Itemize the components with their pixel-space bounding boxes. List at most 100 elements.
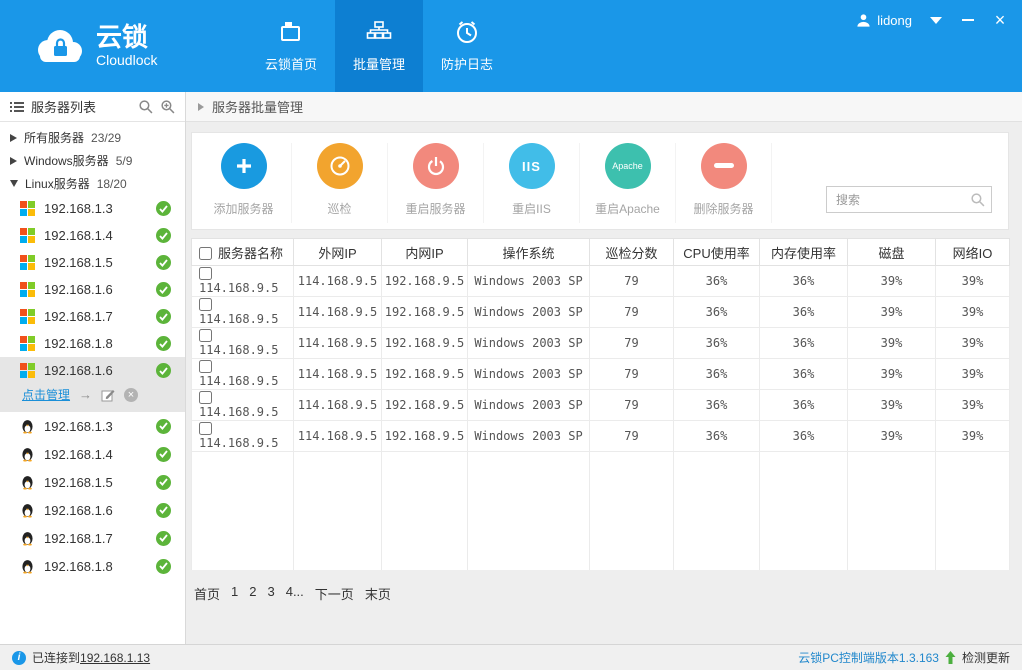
pagination-page-3[interactable]: 3 [267, 584, 274, 603]
restart-apache-button[interactable]: Apache 重启Apache [580, 143, 676, 223]
status-ok-icon [156, 228, 171, 243]
row-checkbox[interactable] [199, 391, 212, 404]
minimize-icon [962, 19, 974, 21]
user-menu[interactable]: lidong [856, 13, 912, 28]
server-item[interactable]: 192.168.1.6 [0, 276, 185, 303]
pagination-last[interactable]: 末页 [365, 584, 391, 603]
tab-label: 云锁首页 [265, 54, 317, 73]
apache-icon: Apache [605, 143, 651, 189]
add-server-button[interactable]: 添加服务器 [196, 143, 292, 223]
connected-ip-link[interactable]: 192.168.1.13 [80, 651, 150, 665]
button-label: 删除服务器 [693, 200, 753, 217]
row-checkbox[interactable] [199, 360, 212, 373]
table-row[interactable]: 114.168.9.5 114.168.9.5 192.168.9.5 Wind… [192, 328, 1010, 359]
tab-home[interactable]: 云锁首页 [247, 0, 335, 92]
server-ip: 192.168.1.3 [44, 419, 147, 434]
cloudlock-window: 云锁 Cloudlock 云锁首页 批量管理 [0, 0, 1022, 670]
restart-server-button[interactable]: 重启服务器 [388, 143, 484, 223]
tab-protection-log[interactable]: 防护日志 [423, 0, 511, 92]
group-label: 所有服务器 [24, 129, 84, 146]
pagination-first[interactable]: 首页 [194, 584, 220, 603]
search-icon[interactable] [138, 99, 153, 114]
search-icon [970, 192, 985, 212]
row-checkbox[interactable] [199, 329, 212, 342]
gauge-icon [317, 143, 363, 189]
button-label: 添加服务器 [213, 200, 273, 217]
remove-icon[interactable]: × [124, 388, 138, 402]
server-item[interactable]: 192.168.1.7 [0, 524, 185, 552]
restart-iis-button[interactable]: IIS 重启IIS [484, 143, 580, 223]
column-mem: 内存使用率 [760, 239, 848, 266]
delete-server-button[interactable]: 删除服务器 [676, 143, 772, 223]
pagination-page-4[interactable]: 4... [286, 584, 304, 603]
column-server-name: 服务器名称 [192, 239, 294, 266]
group-count: 18/20 [97, 177, 127, 191]
server-ip: 192.168.1.5 [44, 475, 147, 490]
server-item[interactable]: 192.168.1.4 [0, 440, 185, 468]
connected-text: 已连接到192.168.1.13 [32, 649, 150, 666]
tab-batch-management[interactable]: 批量管理 [335, 0, 423, 92]
minus-icon [701, 143, 747, 189]
tree-group-windows-servers[interactable]: Windows服务器 5/9 [0, 149, 185, 172]
plus-icon [221, 143, 267, 189]
server-item[interactable]: 192.168.1.6 [0, 496, 185, 524]
server-item[interactable]: 192.168.1.3 [0, 195, 185, 222]
group-count: 23/29 [91, 131, 121, 145]
clock-icon [454, 19, 480, 45]
server-ip: 192.168.1.7 [44, 531, 147, 546]
server-manage-row: 点击管理 → × [0, 384, 185, 412]
row-checkbox[interactable] [199, 298, 212, 311]
server-ip: 192.168.1.3 [44, 201, 147, 216]
search-input[interactable] [826, 186, 992, 213]
pagination-page-1[interactable]: 1 [231, 584, 238, 603]
pagination: 首页 1 2 3 4... 下一页 末页 [191, 584, 1009, 603]
button-label: 重启IIS [512, 200, 551, 217]
button-label: 重启Apache [595, 200, 660, 217]
linux-icon [20, 418, 35, 434]
manage-link[interactable]: 点击管理 [22, 386, 70, 403]
server-item[interactable]: 192.168.1.7 [0, 303, 185, 330]
tree-group-all-servers[interactable]: 所有服务器 23/29 [0, 126, 185, 149]
status-ok-icon [156, 559, 171, 574]
server-item[interactable]: 192.168.1.5 [0, 249, 185, 276]
row-checkbox[interactable] [199, 267, 212, 280]
server-item[interactable]: 192.168.1.4 [0, 222, 185, 249]
version-text: 云锁PC控制端版本1.3.163 [798, 649, 939, 666]
list-icon[interactable] [10, 101, 24, 113]
table-row[interactable]: 114.168.9.5 114.168.9.5 192.168.9.5 Wind… [192, 266, 1010, 297]
server-item[interactable]: 192.168.1.5 [0, 468, 185, 496]
column-lan-ip: 内网IP [382, 239, 468, 266]
table-row[interactable]: 114.168.9.5 114.168.9.5 192.168.9.5 Wind… [192, 390, 1010, 421]
tree-group-linux-servers[interactable]: Linux服务器 18/20 [0, 172, 185, 195]
server-item-selected[interactable]: 192.168.1.6 [0, 357, 185, 384]
inspect-button[interactable]: 巡检 [292, 143, 388, 223]
close-icon: × [995, 11, 1006, 29]
windows-icon [20, 336, 35, 351]
server-item[interactable]: 192.168.1.8 [0, 552, 185, 580]
close-button[interactable]: × [992, 12, 1008, 28]
server-ip: 192.168.1.4 [44, 447, 147, 462]
minimize-button[interactable] [960, 12, 976, 28]
dropdown-button[interactable] [928, 12, 944, 28]
tab-label: 防护日志 [441, 54, 493, 73]
column-wan-ip: 外网IP [294, 239, 382, 266]
select-all-checkbox[interactable] [199, 247, 212, 260]
pagination-page-2[interactable]: 2 [249, 584, 256, 603]
server-ip: 192.168.1.4 [44, 228, 147, 243]
table-row[interactable]: 114.168.9.5 114.168.9.5 192.168.9.5 Wind… [192, 421, 1010, 452]
server-ip: 192.168.1.5 [44, 255, 147, 270]
content-inner: 添加服务器 巡检 重启服务器 [186, 122, 1022, 603]
edit-icon[interactable] [101, 388, 115, 402]
table-row[interactable]: 114.168.9.5 114.168.9.5 192.168.9.5 Wind… [192, 297, 1010, 328]
server-ip: 192.168.1.7 [44, 309, 147, 324]
pagination-next[interactable]: 下一页 [315, 584, 354, 603]
check-update-link[interactable]: 检测更新 [962, 649, 1010, 666]
server-item[interactable]: 192.168.1.3 [0, 412, 185, 440]
user-icon [856, 13, 871, 28]
zoom-in-icon[interactable] [160, 99, 175, 114]
table-row[interactable]: 114.168.9.5 114.168.9.5 192.168.9.5 Wind… [192, 359, 1010, 390]
windows-icon [20, 309, 35, 324]
server-ip: 192.168.1.8 [44, 336, 147, 351]
row-checkbox[interactable] [199, 422, 212, 435]
server-item[interactable]: 192.168.1.8 [0, 330, 185, 357]
